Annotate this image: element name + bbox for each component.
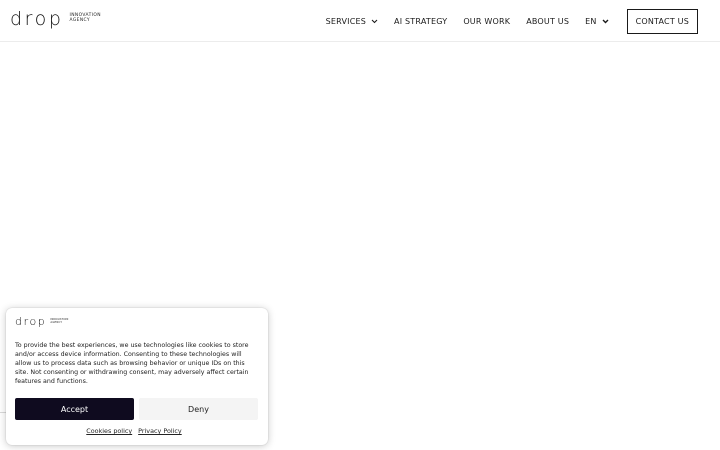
- main-nav: SERVICES AI STRATEGY OUR WORK ABOUT US E…: [310, 0, 698, 42]
- privacy-policy-link[interactable]: Privacy Policy: [138, 427, 182, 435]
- nav-item-about-us[interactable]: ABOUT US: [526, 17, 569, 26]
- logo-tagline-line2: AGENCY: [69, 18, 91, 23]
- logo-tagline: INNOVATION AGENCY: [50, 318, 68, 324]
- contact-us-button[interactable]: CONTACT US: [626, 8, 698, 34]
- cookie-consent-text: To provide the best experiences, we use …: [15, 342, 249, 386]
- cookie-consent-banner: drop INNOVATION AGENCY To provide the be…: [6, 308, 268, 445]
- nav-item-ai-strategy[interactable]: AI STRATEGY: [394, 17, 447, 26]
- logo[interactable]: drop INNOVATION AGENCY: [10, 9, 101, 29]
- language-selector[interactable]: EN: [585, 16, 609, 26]
- site-header: drop INNOVATION AGENCY SERVICES AI STRAT…: [0, 0, 720, 42]
- logo-wordmark: drop: [10, 8, 64, 30]
- cookies-policy-link[interactable]: Cookies policy: [86, 427, 132, 435]
- nav-item-label: AI STRATEGY: [394, 16, 448, 26]
- language-label: EN: [585, 16, 597, 26]
- nav-item-label: OUR WORK: [463, 16, 511, 26]
- nav-item-services[interactable]: SERVICES: [326, 17, 378, 26]
- logo-tagline-line2: AGENCY: [50, 321, 63, 324]
- cookie-links: Cookies policy Privacy Policy: [6, 427, 262, 435]
- chevron-down-icon: [371, 19, 378, 24]
- logo-tagline: INNOVATION AGENCY: [70, 13, 101, 23]
- nav-item-label: SERVICES: [325, 16, 367, 26]
- deny-button[interactable]: Deny: [139, 398, 258, 420]
- accept-button[interactable]: Accept: [15, 398, 134, 420]
- cookie-banner-logo: drop INNOVATION AGENCY: [15, 316, 69, 328]
- logo-wordmark: drop: [15, 315, 47, 328]
- nav-item-our-work[interactable]: OUR WORK: [463, 17, 510, 26]
- chevron-down-icon: [602, 19, 609, 24]
- nav-item-label: ABOUT US: [526, 16, 570, 26]
